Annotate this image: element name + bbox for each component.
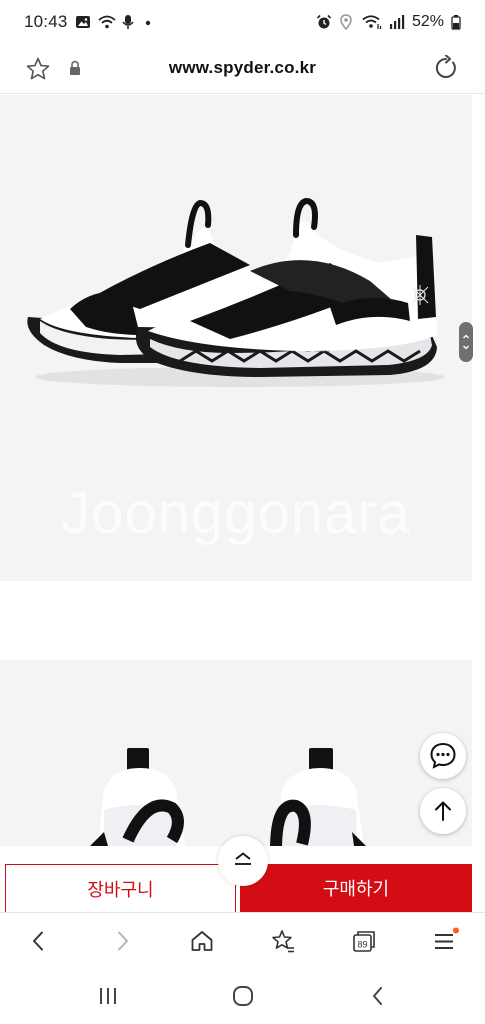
back-button[interactable] [25, 927, 53, 955]
watermark-text: Joonggonara [61, 481, 411, 546]
scroll-handle[interactable] [459, 322, 473, 362]
buy-now-button[interactable]: 구매하기 [240, 864, 472, 912]
tabs-icon: 89 [353, 931, 375, 952]
recent-apps-button[interactable] [94, 982, 122, 1010]
signal-icon [389, 14, 405, 30]
bookmarks-button[interactable] [269, 927, 297, 955]
collapse-purchase-bar-button[interactable] [218, 836, 268, 886]
browser-toolbar: 89 [0, 912, 485, 968]
gallery-icon [75, 14, 91, 30]
system-home-button[interactable] [229, 982, 257, 1010]
status-left: 10:43 [24, 12, 152, 32]
chevron-right-icon [118, 931, 128, 951]
tab-count: 89 [357, 940, 367, 950]
back-arrow-icon [373, 987, 382, 1005]
scroll-arrows-icon [463, 334, 469, 350]
status-bar: 10:43 52% [0, 0, 485, 44]
system-back-button[interactable] [364, 982, 392, 1010]
home-icon [191, 931, 213, 951]
page-content[interactable]: SPYDER Joonggonara [0, 95, 485, 915]
mic-icon [121, 14, 137, 30]
arrow-up-icon [435, 801, 451, 821]
status-time: 10:43 [24, 12, 68, 31]
battery-percent: 52% [411, 13, 444, 30]
home-circle-icon [233, 986, 253, 1006]
url-text[interactable]: www.spyder.co.kr [0, 58, 485, 78]
hamburger-menu-icon [435, 927, 459, 949]
dot-icon [144, 14, 152, 30]
status-right: 52% [316, 13, 461, 31]
system-navigation-bar [0, 968, 485, 1024]
address-bar: www.spyder.co.kr [0, 44, 485, 94]
home-button[interactable] [188, 927, 216, 955]
recent-apps-icon [100, 988, 116, 1004]
chat-bubble-icon [430, 742, 456, 769]
reload-icon[interactable] [433, 54, 459, 86]
wifi-call-icon [97, 14, 116, 30]
battery-icon [451, 14, 461, 30]
forward-button[interactable] [108, 927, 136, 955]
notification-dot [453, 927, 459, 934]
add-to-cart-button[interactable]: 장바구니 [5, 864, 236, 912]
star-list-icon [272, 930, 294, 953]
scroll-top-button[interactable] [420, 788, 466, 834]
product-image-side[interactable]: SPYDER Joonggonara [0, 95, 472, 581]
chat-button[interactable] [420, 733, 466, 779]
chevron-left-icon [33, 931, 43, 951]
wifi-icon [362, 14, 382, 30]
tabs-button[interactable]: 89 [350, 927, 378, 955]
alarm-icon [316, 14, 332, 30]
location-icon [339, 14, 355, 31]
menu-button[interactable] [431, 927, 459, 955]
double-chevron-up-icon [235, 852, 251, 865]
